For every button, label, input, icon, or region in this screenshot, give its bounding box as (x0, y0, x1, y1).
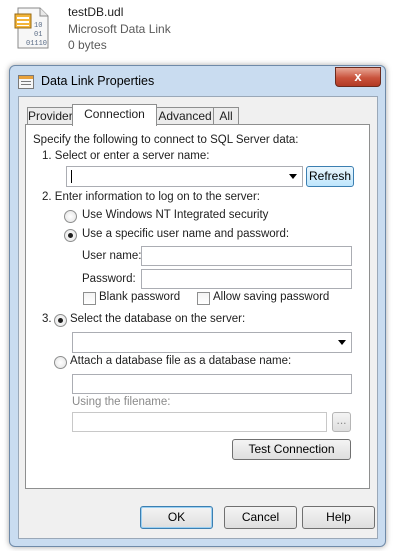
help-label: Help (326, 510, 351, 524)
tab-provider[interactable]: Provider (27, 107, 73, 125)
allow-saving-checkbox[interactable] (197, 292, 210, 305)
icon-binary-1: 10 (34, 22, 42, 30)
tab-connection-label: Connection (84, 107, 145, 121)
tab-provider-label: Provider (28, 109, 73, 123)
attach-database-label: Attach a database file as a database nam… (70, 355, 292, 367)
connection-tab-panel: Specify the following to connect to SQL … (25, 124, 370, 489)
file-size: 0 bytes (68, 38, 107, 52)
udl-file-icon: 10 01 01110 (14, 6, 54, 50)
tab-connection[interactable]: Connection (72, 104, 157, 126)
username-input[interactable] (141, 246, 352, 266)
close-icon: x (354, 69, 362, 84)
browse-label: ... (336, 413, 347, 427)
ok-button[interactable]: OK (140, 506, 213, 529)
radio-windows-security[interactable] (64, 210, 77, 223)
password-input[interactable] (141, 269, 352, 289)
radio-attach-database[interactable] (54, 356, 67, 369)
refresh-label: Refresh (308, 169, 352, 183)
chevron-down-icon[interactable] (289, 174, 297, 179)
tab-advanced[interactable]: Advanced (156, 107, 214, 125)
cancel-label: Cancel (241, 510, 280, 524)
username-label: User name: (82, 250, 142, 262)
tab-all[interactable]: All (213, 107, 239, 125)
blank-password-label: Blank password (99, 291, 181, 303)
ok-label: OK (167, 510, 186, 524)
icon-binary-2: 01 (34, 31, 42, 39)
icon-binary-3: 01110 (26, 40, 47, 48)
file-type: Microsoft Data Link (68, 22, 171, 36)
cancel-button[interactable]: Cancel (224, 506, 297, 529)
filename-input[interactable] (72, 412, 327, 432)
blank-password-checkbox[interactable] (83, 292, 96, 305)
browse-button[interactable]: ... (332, 412, 351, 432)
database-combo[interactable] (72, 332, 352, 353)
tab-advanced-label: Advanced (158, 109, 212, 123)
windows-security-label: Use Windows NT Integrated security (82, 209, 269, 221)
select-database-label: Select the database on the server: (70, 313, 246, 325)
step3-number: 3. (42, 313, 52, 325)
dialog-client-area: Provider Connection Advanced All Specify… (18, 96, 378, 539)
attach-database-input[interactable] (72, 374, 352, 394)
step1-label: 1. Select or enter a server name: (42, 150, 210, 162)
radio-select-database[interactable] (54, 314, 67, 327)
server-name-combo[interactable] (66, 166, 303, 187)
test-connection-label: Test Connection (248, 442, 335, 456)
chevron-down-icon[interactable] (338, 340, 346, 345)
help-button[interactable]: Help (302, 506, 375, 529)
window-title: Data Link Properties (41, 74, 155, 88)
test-connection-button[interactable]: Test Connection (232, 439, 351, 460)
data-link-icon (18, 75, 34, 89)
file-name: testDB.udl (68, 5, 124, 19)
step2-label: 2. Enter information to log on to the se… (42, 191, 260, 203)
data-link-properties-window: Data Link Properties x Provider Connecti… (9, 65, 386, 547)
text-cursor (71, 170, 72, 183)
refresh-button[interactable]: Refresh (306, 166, 354, 187)
using-filename-label: Using the filename: (72, 396, 171, 408)
tab-all-label: All (219, 109, 233, 123)
title-bar[interactable]: Data Link Properties x (10, 66, 385, 96)
radio-specific-user[interactable] (64, 229, 77, 242)
specific-user-label: Use a specific user name and password: (82, 228, 290, 240)
allow-saving-label: Allow saving password (213, 291, 330, 303)
password-label: Password: (82, 273, 136, 285)
intro-text: Specify the following to connect to SQL … (33, 134, 299, 146)
close-button[interactable]: x (335, 67, 381, 87)
